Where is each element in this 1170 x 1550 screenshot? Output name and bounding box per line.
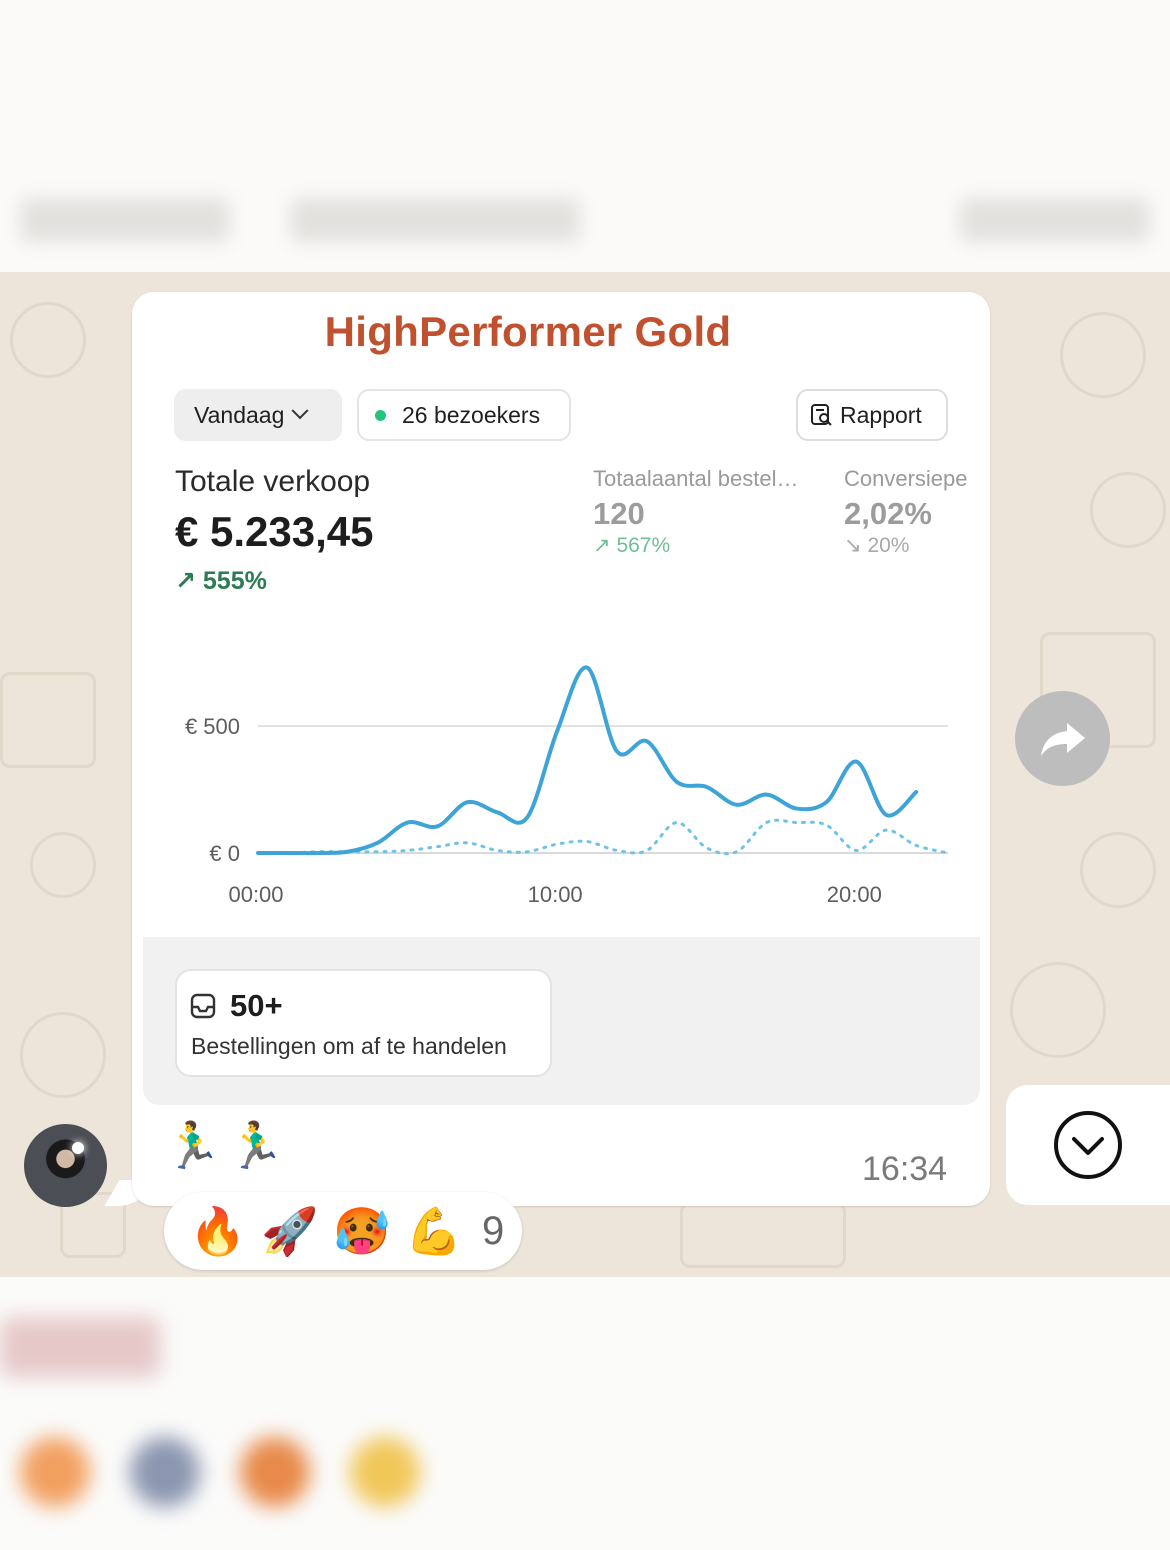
rocket-emoji-reaction: 🚀	[261, 1204, 319, 1257]
message-time: 16:34	[862, 1150, 948, 1188]
fire-emoji-reaction: 🔥	[189, 1204, 247, 1257]
x-tick-label: 00:00	[228, 882, 283, 907]
sales-line-chart: € 0 € 500 00:00 10:00 20:00	[185, 665, 950, 907]
message-emoji-text: 🏃‍♂️🏃‍♂️	[164, 1119, 291, 1171]
reaction-count: 9	[482, 1208, 505, 1253]
inbox-icon	[190, 993, 216, 1019]
y-tick-label: € 500	[185, 714, 240, 739]
y-tick-label: € 0	[209, 841, 240, 866]
x-tick-label: 20:00	[827, 882, 882, 907]
x-tick-label: 10:00	[528, 882, 583, 907]
hot-face-emoji-reaction: 🥵	[333, 1204, 391, 1257]
reactions-bar[interactable]: 🔥 🚀 🥵 💪 9	[164, 1192, 522, 1270]
todo-count: 50+	[230, 988, 283, 1023]
sales-series-line	[256, 665, 919, 856]
todo-label: Bestellingen om af te handelen	[191, 1033, 507, 1059]
flexed-biceps-emoji-reaction: 💪	[405, 1204, 463, 1257]
